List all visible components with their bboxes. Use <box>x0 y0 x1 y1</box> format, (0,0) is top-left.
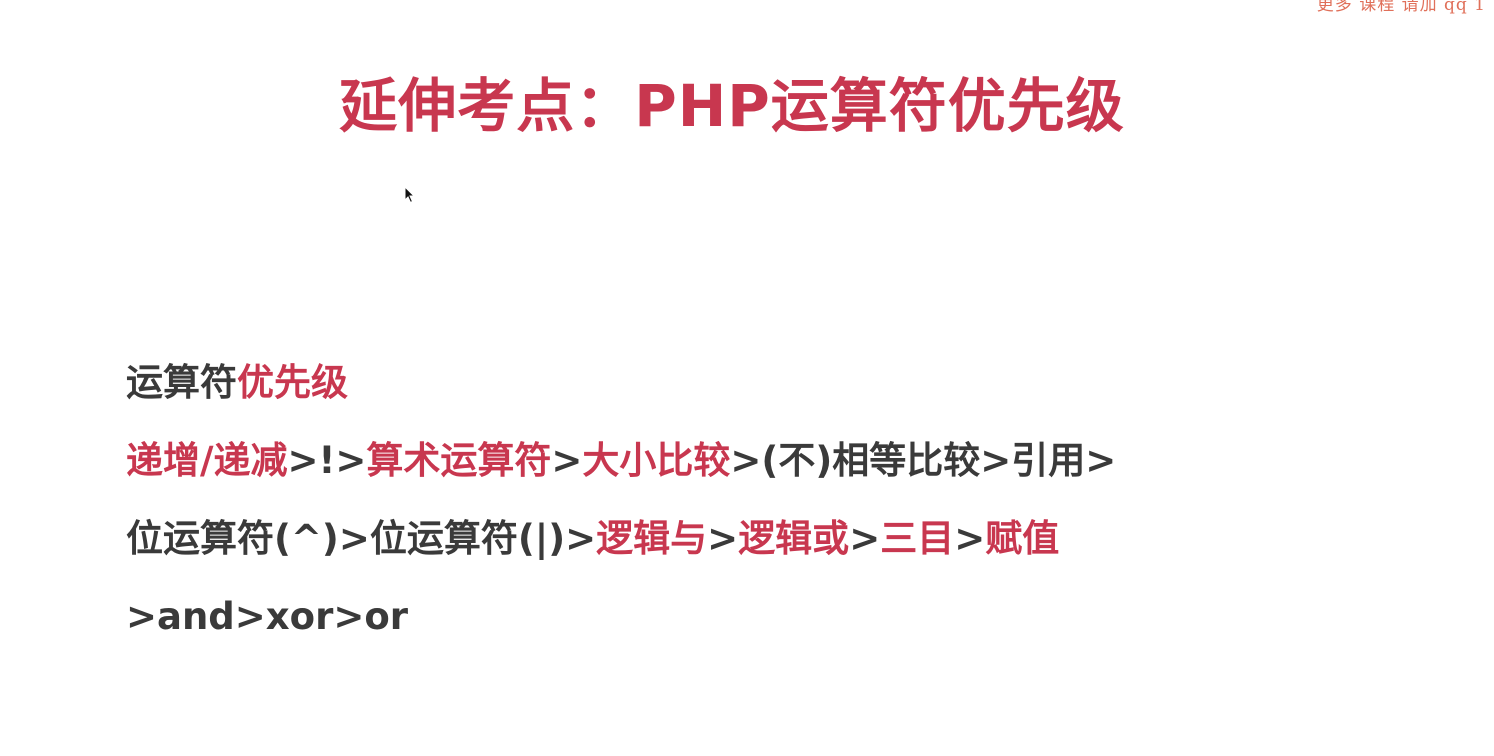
slide-title: 延伸考点：PHP运算符优先级 <box>339 72 1125 140</box>
operator-group-text: > <box>551 439 583 482</box>
operator-group-highlight: 赋值 <box>985 517 1060 560</box>
precedence-line: >and>xor>or <box>126 592 1116 642</box>
section-heading: 运算符优先级 <box>126 358 1116 408</box>
operator-group-text: > <box>707 517 739 560</box>
heading-prefix: 运算符 <box>126 361 237 404</box>
operator-group-text: >!> <box>287 439 367 482</box>
operator-group-text: > <box>954 517 986 560</box>
slide-content: 运算符优先级 递增/递减>!>算术运算符>大小比较>(不)相等比较>引用> 位运算… <box>126 358 1116 670</box>
mouse-cursor-icon <box>404 186 416 204</box>
heading-highlight: 优先级 <box>237 361 348 404</box>
operator-group-text: 位运算符(^)>位运算符(|)> <box>126 517 597 560</box>
precedence-line: 位运算符(^)>位运算符(|)>逻辑与>逻辑或>三目>赋值 <box>126 514 1116 564</box>
precedence-line: 递增/递减>!>算术运算符>大小比较>(不)相等比较>引用> <box>126 436 1116 486</box>
operator-group-highlight: 大小比较 <box>582 439 731 482</box>
operator-group-text: >(不)相等比较>引用> <box>730 439 1117 482</box>
operator-group-highlight: 逻辑与 <box>596 517 708 560</box>
operator-group-text: >and>xor>or <box>126 595 408 638</box>
operator-group-highlight: 三目 <box>880 517 955 560</box>
operator-group-highlight: 逻辑或 <box>738 517 850 560</box>
operator-group-text: > <box>849 517 881 560</box>
operator-group-highlight: 算术运算符 <box>366 439 552 482</box>
watermark-text: 更多 课程 请加 qq 1 <box>1316 0 1486 15</box>
operator-group-highlight: 递增/递减 <box>126 439 288 482</box>
precedence-list: 递增/递减>!>算术运算符>大小比较>(不)相等比较>引用> 位运算符(^)>位运… <box>126 436 1116 642</box>
